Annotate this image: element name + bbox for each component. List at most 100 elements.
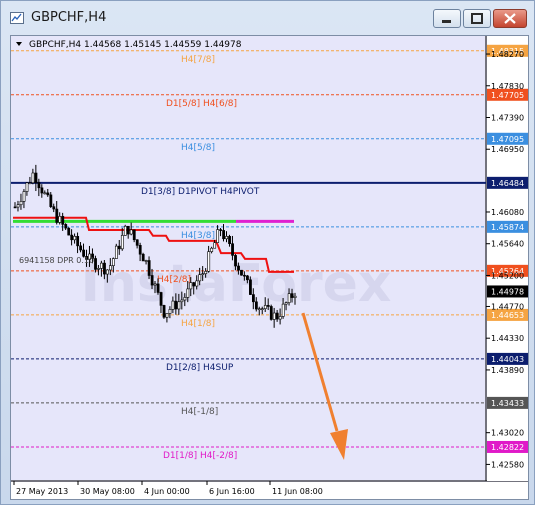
candle-body xyxy=(79,245,83,251)
candle-body xyxy=(192,282,196,287)
time-label: 27 May 2013 xyxy=(16,487,68,496)
candle-body xyxy=(52,206,56,210)
candle-body xyxy=(201,273,205,275)
close-icon xyxy=(504,13,516,24)
level-price: 1.43433 xyxy=(491,399,524,408)
candle-body xyxy=(28,182,32,185)
candle-body xyxy=(97,268,100,270)
candle-body xyxy=(138,245,142,255)
level-price: 1.45874 xyxy=(491,223,524,232)
candle-body xyxy=(284,302,288,305)
candle-body xyxy=(123,225,127,236)
candle-body xyxy=(165,313,169,318)
candle-body xyxy=(204,270,208,274)
candle-body xyxy=(64,224,68,229)
candle-body xyxy=(156,283,160,293)
price-tick-label: 1.42580 xyxy=(491,460,524,469)
candle-body xyxy=(225,236,228,240)
candle-body xyxy=(106,269,109,275)
level-label: D1[5/8] H4[6/8] xyxy=(166,99,237,109)
candle-body xyxy=(183,297,187,301)
candle-body xyxy=(257,308,261,311)
candle-body xyxy=(46,192,50,196)
candle-body xyxy=(293,295,297,298)
candle-body xyxy=(290,293,294,298)
time-label: 6 Jun 16:00 xyxy=(209,487,255,496)
candle-body xyxy=(55,208,59,223)
candle-body xyxy=(43,192,47,195)
candle-body xyxy=(61,216,65,225)
chart-window: GBPCHF,H4 InstaForex GBPCHF,H4 1.44568 1… xyxy=(0,0,535,505)
candle-body xyxy=(266,305,270,307)
candle-body xyxy=(70,234,74,241)
current-price: 1.44978 xyxy=(491,287,524,296)
title-bar[interactable]: GBPCHF,H4 xyxy=(1,1,536,35)
level-label: D1[3/8] D1PIVOT H4PIVOT xyxy=(141,187,260,197)
candle-body xyxy=(19,201,23,206)
candle-body xyxy=(251,294,255,303)
candle-body xyxy=(243,274,246,277)
candle-body xyxy=(153,283,157,286)
candle-body xyxy=(174,300,178,310)
price-tick-label: 1.44770 xyxy=(491,302,524,311)
candle-body xyxy=(231,243,234,256)
level-label: H4[7/8] xyxy=(181,55,215,65)
candle-body xyxy=(281,303,285,317)
candle-body xyxy=(162,305,166,318)
minimize-icon xyxy=(442,20,451,23)
candle-body xyxy=(180,299,184,303)
maximize-icon xyxy=(471,13,483,24)
candle-body xyxy=(16,204,20,208)
candle-body xyxy=(94,258,97,270)
candle-body xyxy=(117,245,121,250)
candle-body xyxy=(31,172,35,184)
candle-body xyxy=(114,245,118,259)
candle-body xyxy=(269,306,273,320)
candle-body xyxy=(234,255,237,267)
level-label: H4[1/8] xyxy=(181,319,215,329)
price-tick-label: 1.47830 xyxy=(491,82,524,91)
candle-body xyxy=(171,300,175,310)
symbol-info: GBPCHF,H4 1.44568 1.45145 1.44559 1.4497… xyxy=(29,40,242,50)
level-price: 1.44653 xyxy=(491,311,524,320)
candle-body xyxy=(207,251,211,272)
price-tick-label: 1.46080 xyxy=(491,208,524,217)
candle-body xyxy=(111,258,115,266)
chart-area[interactable]: InstaForex GBPCHF,H4 1.44568 1.45145 1.4… xyxy=(10,35,529,500)
candle-body xyxy=(141,253,145,262)
maximize-button[interactable] xyxy=(463,9,491,28)
candle-body xyxy=(150,275,154,286)
candle-body xyxy=(275,312,279,320)
time-label: 11 Jun 08:00 xyxy=(272,487,323,496)
candle-body xyxy=(132,229,136,241)
level-label: H4[3/8] xyxy=(181,231,215,241)
candle-body xyxy=(278,316,282,320)
level-price: 1.46484 xyxy=(491,179,524,188)
price-tick-label: 1.47390 xyxy=(491,113,524,122)
level-label: H4[2/8] xyxy=(157,275,191,285)
price-chart[interactable]: InstaForex GBPCHF,H4 1.44568 1.45145 1.4… xyxy=(11,36,528,499)
price-tick-label: 1.48270 xyxy=(491,50,524,59)
candle-body xyxy=(49,194,53,207)
level-label: H4[5/8] xyxy=(181,143,215,153)
close-button[interactable] xyxy=(493,9,527,28)
candle-body xyxy=(240,269,243,276)
candle-body xyxy=(210,247,214,252)
candle-body xyxy=(159,292,163,306)
candle-body xyxy=(25,182,29,192)
candle-body xyxy=(246,275,249,281)
candle-body xyxy=(219,229,223,231)
minimize-button[interactable] xyxy=(433,9,461,28)
candle-body xyxy=(168,309,172,314)
candle-body xyxy=(263,305,267,309)
candle-body xyxy=(22,191,26,202)
level-label: D1[1/8] H4[-2/8] xyxy=(163,451,237,461)
time-label: 30 May 08:00 xyxy=(80,487,135,496)
candle-body xyxy=(186,288,190,298)
candle-body xyxy=(260,308,264,310)
price-tick-label: 1.45640 xyxy=(491,240,524,249)
candle-body xyxy=(272,312,276,320)
level-label: H4[-1/8] xyxy=(181,407,218,417)
level-price: 1.42822 xyxy=(491,443,524,452)
candle-body xyxy=(129,229,133,235)
